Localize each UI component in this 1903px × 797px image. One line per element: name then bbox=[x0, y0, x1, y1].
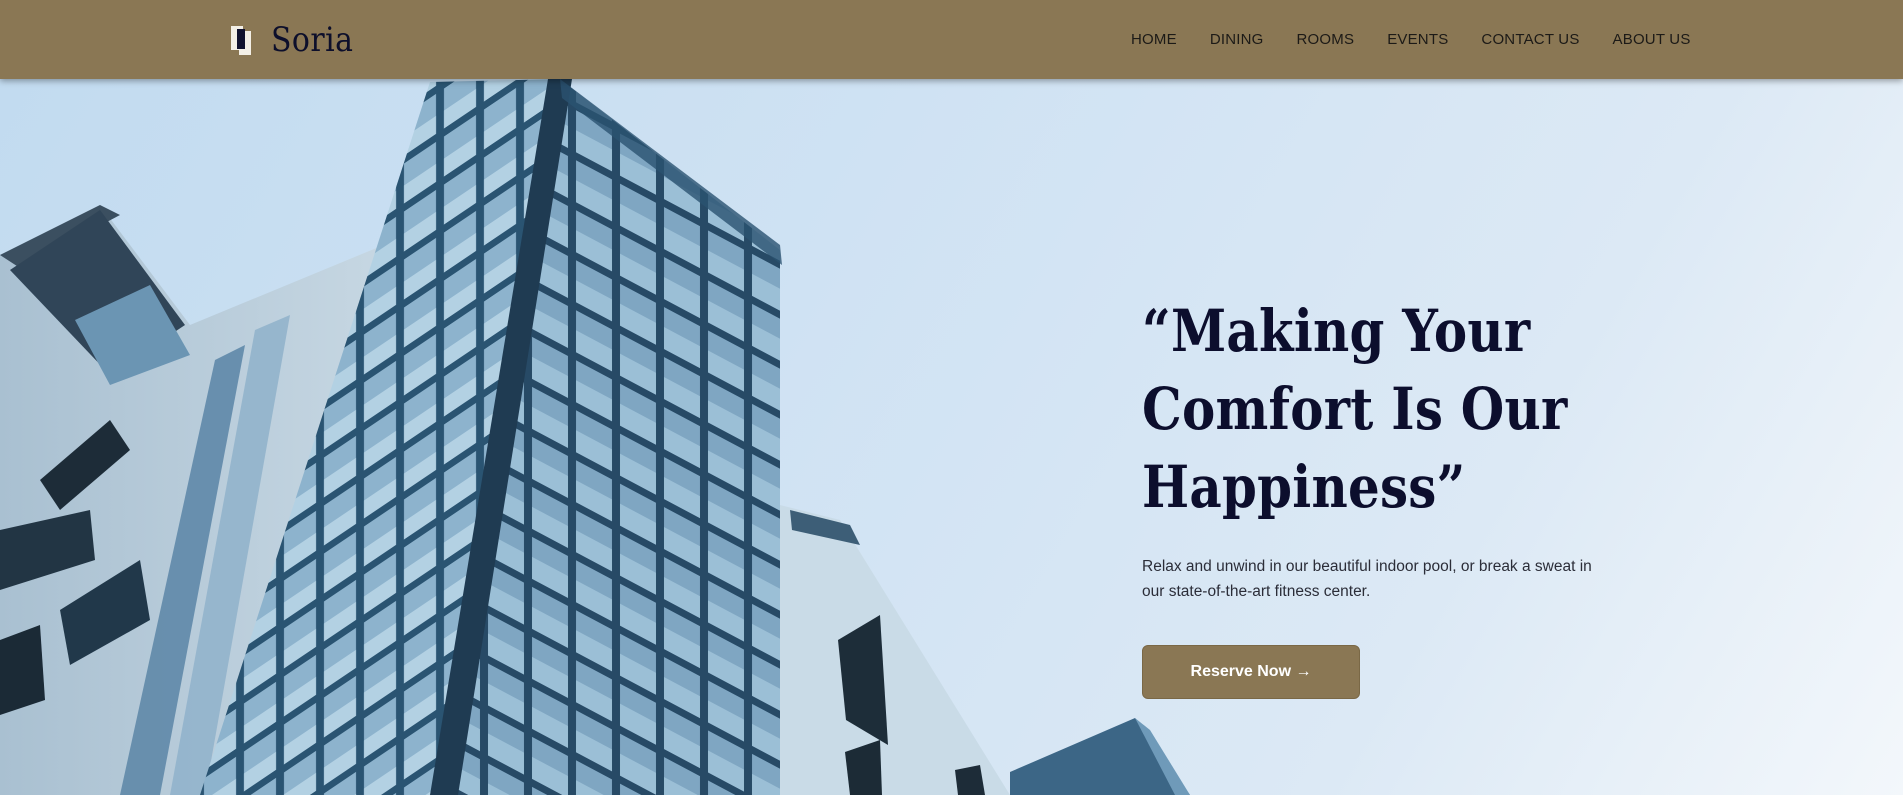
nav-events-link[interactable]: EVENTS bbox=[1387, 31, 1448, 48]
logo-icon bbox=[231, 23, 257, 57]
hero-content: “Making Your Comfort Is Our Happiness” R… bbox=[1142, 292, 1602, 699]
nav-home-link[interactable]: HOME bbox=[1131, 31, 1177, 48]
headline-line: “Making Your bbox=[1142, 297, 1531, 365]
nav-rooms-link[interactable]: ROOMS bbox=[1297, 31, 1355, 48]
hero-building-image bbox=[0, 79, 1190, 795]
hero-section: “Making Your Comfort Is Our Happiness” R… bbox=[0, 79, 1903, 795]
nav-dining-link[interactable]: DINING bbox=[1210, 31, 1264, 48]
brand-logo[interactable]: Soria bbox=[231, 22, 365, 58]
nav-about-us-link[interactable]: ABOUT US bbox=[1613, 31, 1691, 48]
brand-name: Soria bbox=[271, 20, 354, 60]
nav-contact-us-link[interactable]: CONTACT US bbox=[1481, 31, 1579, 48]
hero-headline: “Making Your Comfort Is Our Happiness” bbox=[1142, 292, 1572, 526]
hero-subtext: Relax and unwind in our beautiful indoor… bbox=[1142, 558, 1592, 600]
reserve-now-button[interactable]: Reserve Now → bbox=[1142, 645, 1360, 699]
headline-line: Happiness” bbox=[1142, 453, 1466, 521]
top-navbar: Soria HOME DINING ROOMS EVENTS CONTACT U… bbox=[0, 0, 1903, 79]
headline-line: Comfort Is Our bbox=[1142, 375, 1568, 443]
main-nav: HOME DINING ROOMS EVENTS CONTACT US ABOU… bbox=[1131, 0, 1691, 79]
